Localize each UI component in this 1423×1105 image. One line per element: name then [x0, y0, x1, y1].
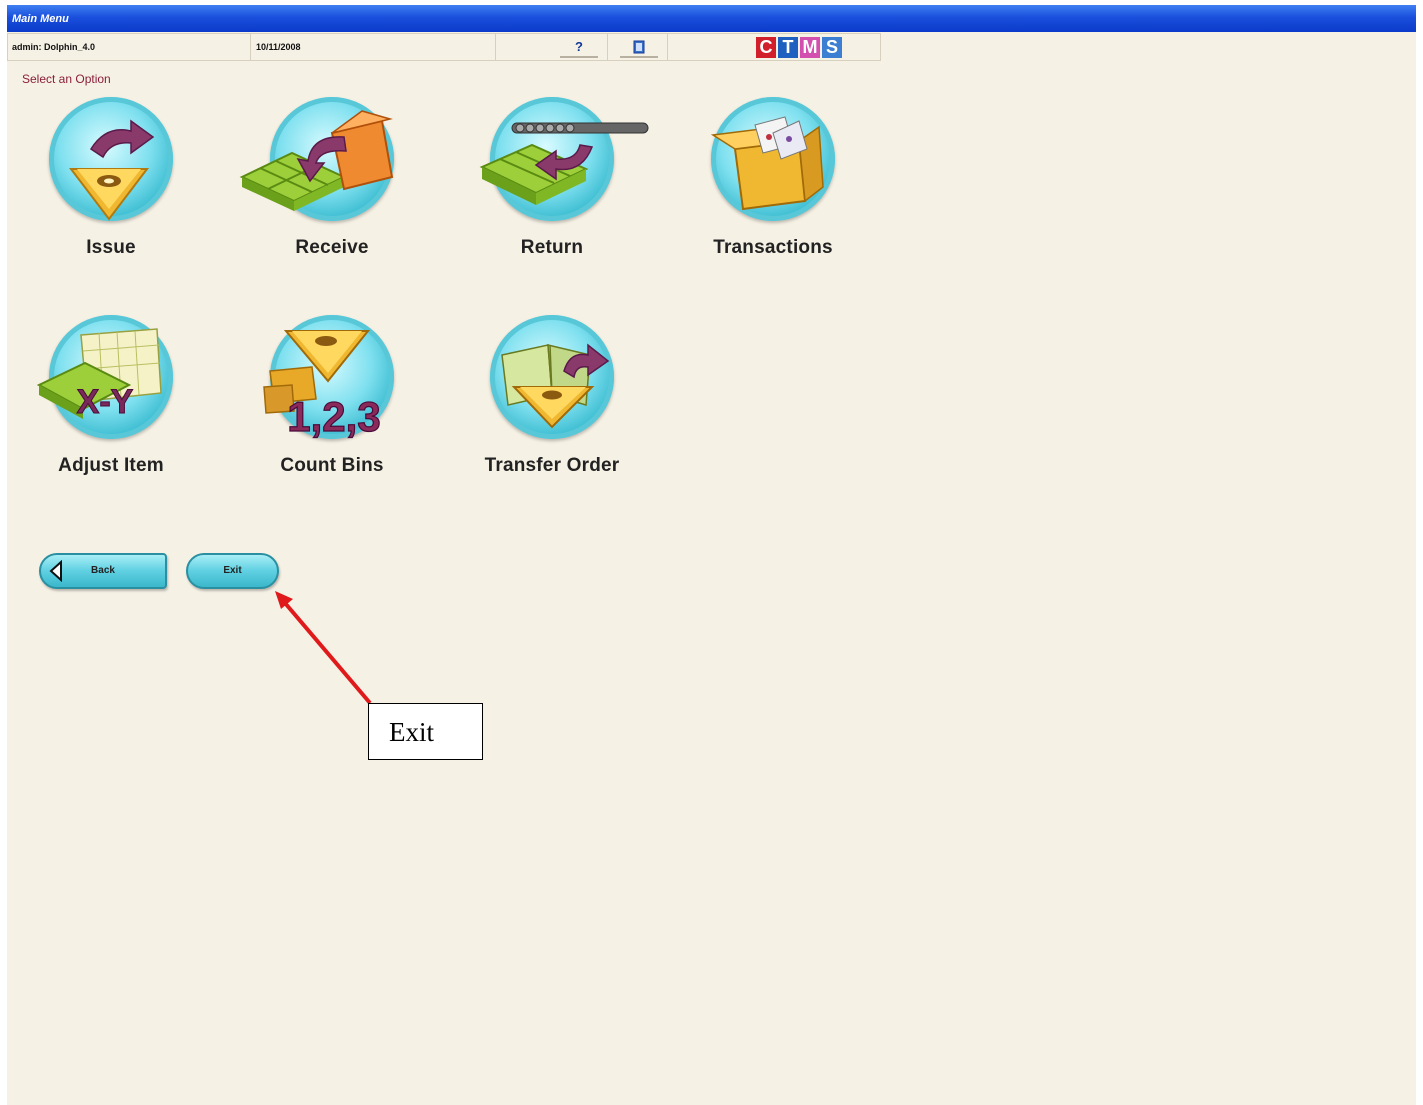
callout-arrow [275, 591, 372, 705]
main-menu-window: Main Menu admin: Dolphin_4.0 10/11/2008 … [7, 5, 1416, 1105]
callout-box: Exit [368, 703, 483, 760]
